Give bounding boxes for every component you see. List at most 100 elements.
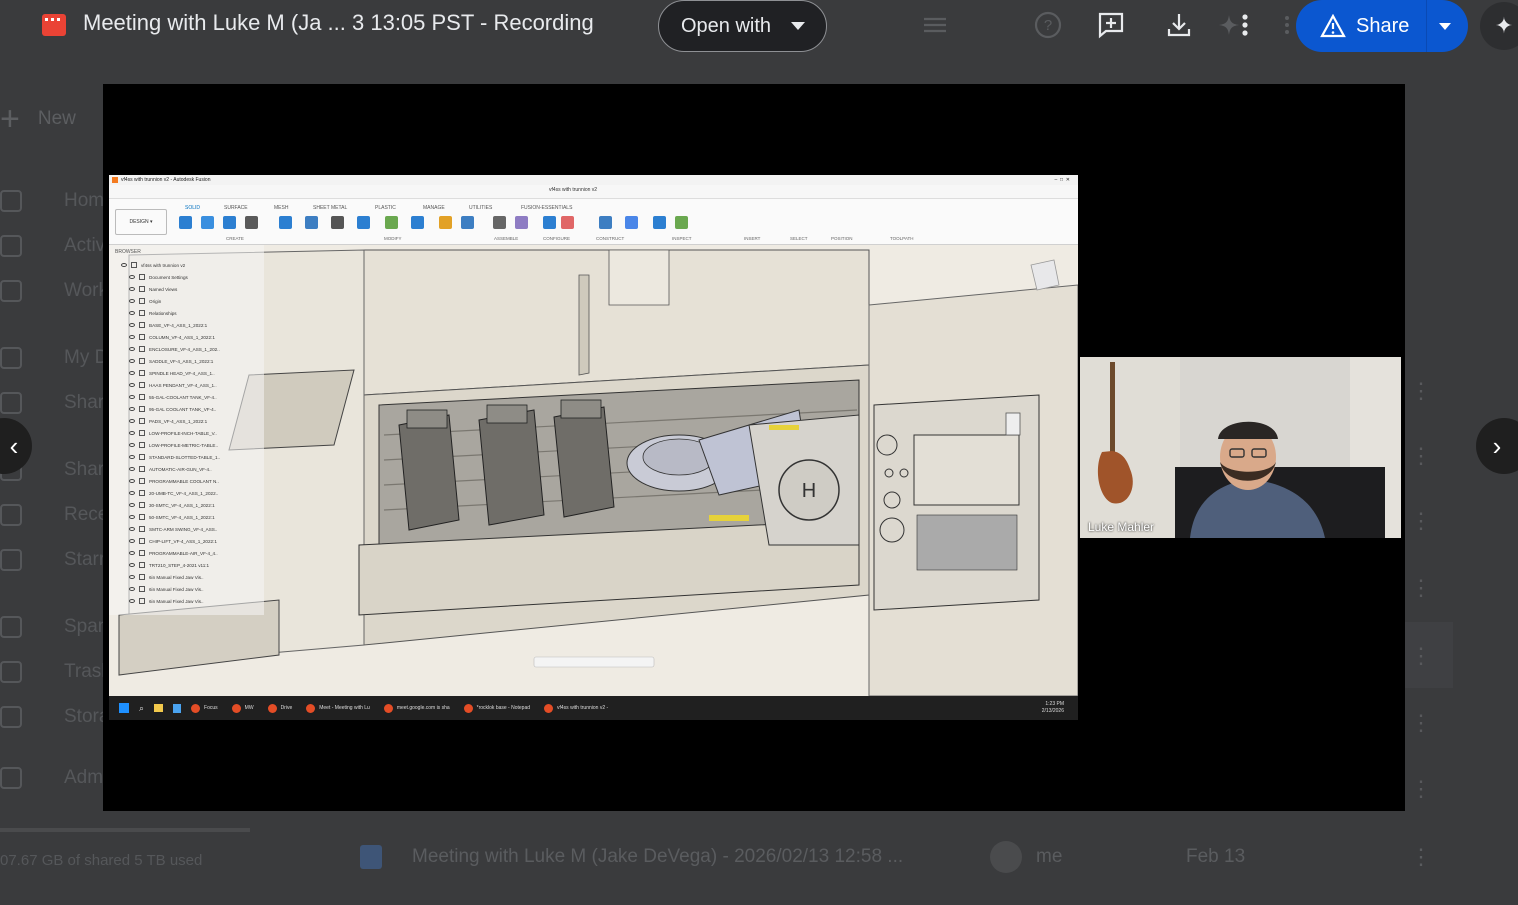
fusion-window-title: vf4ss with trunnion v2 - Autodesk Fusion [121,177,211,183]
next-file-button[interactable]: › [1476,418,1518,474]
owner-label: me [1036,846,1063,867]
more-actions-icon: ⋮ [1410,643,1432,668]
browser-item-label: 30-SMTC_VF-4_ASS_1_2022:1 [149,502,215,508]
browser-tree-item: STANDARD-SLOTTED-TABLE_1.. [109,451,264,463]
file-row-date: Feb 13 [1186,846,1246,867]
app-icon [463,703,473,713]
component-icon [139,454,145,460]
browser-item-label: LOW-PROFILE-INCH-TABLE_V.. [149,430,217,436]
component-icon [139,418,145,424]
browser-item-label: 95-GAL COOLANT TANK_VF-4.. [149,406,217,412]
warning-icon [1320,14,1346,38]
windows-start-icon [119,703,129,713]
app-icon [544,703,554,713]
sidebar-item-icon [0,767,22,789]
fusion-tool-icon [331,216,344,229]
eye-icon [129,407,135,411]
component-icon [139,310,145,316]
share-button[interactable]: Share [1296,0,1468,52]
fusion-tool-icon [245,216,258,229]
component-icon [139,526,145,532]
share-main[interactable]: Share [1296,14,1426,38]
sidebar-item-icon [0,280,22,302]
chevron-down-icon [791,22,806,30]
eye-icon [129,551,135,555]
component-icon [139,298,145,304]
app-icon [383,703,393,713]
sidebar-item-icon [0,549,22,571]
eye-icon [129,395,135,399]
gemini-icon[interactable]: ✦ [1480,2,1518,50]
app-icon [267,703,277,713]
browser-tree-item: SADDLE_VF-4_ASS_1_2022:1 [109,355,264,367]
open-with-button[interactable]: Open with [658,0,827,52]
browser-item-label: PADS_VF-4_ASS_1_2022:1 [149,418,208,424]
sidebar-item-icon [0,661,22,683]
eye-icon [129,587,135,591]
more-vert-icon[interactable] [1230,10,1260,40]
app-icon [191,703,201,713]
taskbar-app-label: Focus [204,705,218,711]
taskbar-app-label: Drive [280,705,293,711]
taskbar-date: 2/13/2026 [1041,708,1064,714]
browser-tree-item: LOW-PROFILE-INCH-TABLE_V.. [109,427,264,439]
more-actions-icon: ⋮ [1410,776,1432,801]
file-row-name: Meeting with Luke M (Jake DeVega) - 2026… [412,846,904,867]
back-arrow-icon[interactable]: ‹ [0,12,14,38]
sidebar-item-icon [0,706,22,728]
sidebar-item-icon [0,190,22,212]
preview-topbar: ‹ Meeting with Luke M (Ja ... 3 13:05 PS… [0,0,1518,52]
video-player[interactable]: vf4ss with trunnion v2 - Autodesk Fusion… [103,84,1405,811]
browser-item-label: 50-SMTC_VF-4_ASS_1_2022:1 [149,514,215,520]
eye-icon [129,347,135,351]
chevron-left-icon: ‹ [9,430,19,461]
window-controls: – □ ✕ [1054,177,1070,183]
component-icon [139,346,145,352]
tool-group-label: INSERT [744,236,761,241]
tool-group-label: ASSEMBLE [494,236,519,241]
fusion-tab: MANAGE [423,205,445,211]
taskbar-app-label: MW [244,705,254,711]
new-button: + New [0,102,76,136]
browser-tree-item: 50-SMTC_VF-4_ASS_1_2022:1 [109,511,264,523]
chevron-right-icon: › [1492,430,1502,461]
eye-icon [129,539,135,543]
add-comment-icon[interactable] [1096,10,1126,40]
plus-icon: + [0,100,20,138]
eye-icon [121,263,127,267]
taskbar-app: meet.google.com is sha [383,703,450,713]
taskbar-apps: Focus MW Drive Meet - Meeting with Lu meet.g… [191,703,608,713]
browser-item-label: Named Views [149,286,178,292]
component-icon [139,490,145,496]
browser-item-label: LOW-PROFILE-METRIC-TABLE.. [149,442,218,448]
browser-item-label: PROGRAMMABLE-AIR_VF-4_4.. [149,550,218,556]
fusion-tool-icon [439,216,452,229]
fusion-toolbar: DESIGN ▾ SOLID SURFACE MESH SHEET METAL … [109,199,1078,245]
browser-tree: Document Settings Named Views Origin Relati… [109,271,264,607]
taskbar-app-label: *rocklok base - Notepad [476,705,531,711]
fusion-tool-icon [599,216,612,229]
sidebar-item-icon [0,347,22,369]
fusion-tab: UTILITIES [469,205,493,211]
component-icon [139,274,145,280]
fusion-tool-icon [201,216,214,229]
drive-video-preview: + New HomeActivityWorkspacesMy DriveShar… [0,0,1518,905]
fusion-3d-viewport: H BROWSER vf4ss with trunnion v2 Documen… [109,245,1078,696]
taskbar-clock: 1:23 PM 2/13/2026 [1042,701,1064,715]
share-dropdown-icon[interactable] [1439,22,1451,30]
browser-tree-item: LOW-PROFILE-METRIC-TABLE.. [109,439,264,451]
sidebar-item: Home [0,190,115,212]
doc-icon [360,845,382,869]
browser-tree-item: Relationships [109,307,264,319]
download-icon[interactable] [1164,10,1194,40]
participant-video-tile: Luke Mahler [1080,357,1401,538]
browser-item-label: 6in Manual Fixed Jaw Vis.. [149,574,204,580]
taskbar-app: Focus [191,703,218,713]
fusion-tab: MESH [274,205,289,211]
fusion-tool-icon [515,216,528,229]
component-icon [139,394,145,400]
component-icon [139,478,145,484]
file-row-owner: me [990,841,1062,873]
tool-group-label: TOOLPATH [890,236,914,241]
share-divider [1426,0,1427,52]
